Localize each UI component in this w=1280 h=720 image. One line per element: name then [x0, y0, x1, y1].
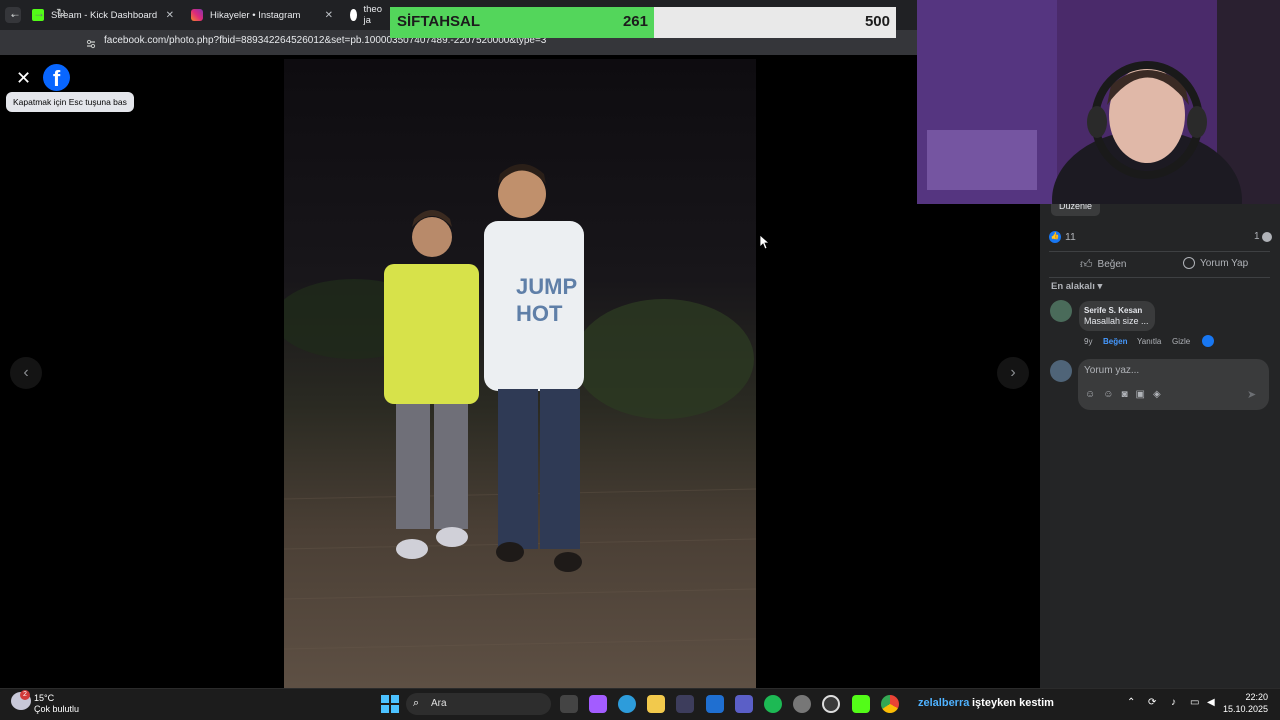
back-arrow-icon[interactable]: ← [9, 6, 21, 20]
google-icon [350, 9, 357, 21]
reaction-count[interactable]: 11 [1065, 231, 1076, 243]
spotify-icon[interactable] [764, 695, 782, 713]
thumbs-up-icon: 👍︎ [1080, 257, 1093, 271]
tab-instagram[interactable]: Hikayeler • Instagram ✕ [183, 4, 341, 26]
clock-time[interactable]: 22:20 [1228, 692, 1268, 702]
tab-title: Hikayeler • Instagram [210, 9, 301, 21]
comment-placeholder: Yorum yaz... [1084, 365, 1140, 376]
file-explorer-icon[interactable] [647, 695, 665, 713]
comment-reply-button[interactable]: Yanıtla [1137, 337, 1161, 346]
divider [1049, 277, 1270, 278]
edge-icon[interactable] [618, 695, 636, 713]
sort-dropdown[interactable]: En alakalı ▾ [1051, 281, 1102, 292]
svg-text:JUMP: JUMP [516, 274, 577, 299]
tab-kick-dashboard[interactable]: Stream - Kick Dashboard ✕ [24, 4, 182, 26]
now-playing-user: zelalberra [918, 697, 970, 709]
now-playing-text: işteyken kestim [972, 697, 1054, 709]
site-info-icon[interactable] [86, 36, 96, 49]
weather-badge: 2 [20, 690, 30, 700]
copilot-icon[interactable] [589, 695, 607, 713]
photo: JUMP HOT [284, 59, 756, 688]
like-reaction-icon [1202, 335, 1214, 347]
comment-text: Masallah size ... [1084, 316, 1149, 326]
svg-text:HOT: HOT [516, 301, 563, 326]
sort-label: En alakalı [1051, 281, 1095, 292]
esc-tooltip: Kapatmak için Esc tuşuna bas [6, 92, 134, 112]
like-label: Beğen [1097, 259, 1127, 270]
kick-app-icon[interactable] [852, 695, 870, 713]
goal-target: 500 [864, 13, 890, 30]
webcam-overlay [917, 0, 1280, 204]
weather-desc[interactable]: Çok bulutlu [34, 704, 79, 714]
tab-theo[interactable]: theo ja [342, 4, 390, 26]
reload-icon[interactable]: ↻ [56, 6, 66, 20]
close-icon[interactable]: ✕ [16, 68, 31, 89]
settings-gear-icon[interactable] [793, 695, 811, 713]
emoji-icon[interactable]: ☺ [1103, 389, 1113, 400]
gif-icon[interactable]: ▣ [1135, 389, 1144, 400]
comment-tools: ☺ ☺ ◙ ▣ ◈ [1085, 389, 1161, 400]
store-icon[interactable] [676, 695, 694, 713]
goal-current: 261 [622, 13, 648, 30]
teams-icon[interactable] [735, 695, 753, 713]
comment-count[interactable]: 1 [1254, 231, 1260, 242]
close-tab-icon[interactable]: ✕ [166, 10, 174, 21]
comment-like-button[interactable]: Beğen [1103, 337, 1127, 346]
caret-down-icon: ▾ [1097, 281, 1103, 292]
previous-photo-button[interactable]: ‹ [10, 357, 42, 389]
mouse-cursor-icon [759, 234, 771, 254]
outlook-icon[interactable] [706, 695, 724, 713]
forward-arrow-icon[interactable]: → [33, 6, 45, 20]
sync-icon[interactable]: ⟳ [1148, 697, 1156, 708]
divider [1049, 251, 1270, 252]
comment-bubble-icon [1262, 232, 1272, 242]
search-icon: ⌕ [413, 697, 420, 709]
volume-icon[interactable]: ◀ [1207, 697, 1215, 708]
weather-temp[interactable]: 15°C [34, 693, 54, 703]
clock-date[interactable]: 15.10.2025 [1220, 704, 1268, 714]
taskbar [0, 688, 1280, 720]
sticker-icon[interactable]: ◈ [1153, 389, 1161, 400]
search-box[interactable] [406, 693, 551, 715]
like-button[interactable]: 👍︎ Beğen [1080, 257, 1126, 272]
my-avatar[interactable] [1050, 360, 1072, 382]
comment-author[interactable]: Serife S. Kesan [1084, 306, 1142, 315]
facebook-logo-icon[interactable]: f [43, 64, 70, 91]
send-icon[interactable]: ➤ [1247, 388, 1256, 401]
goal-name: SİFTAHSAL [397, 13, 481, 30]
tab-title: theo ja [363, 4, 383, 26]
comment-icon [1183, 257, 1195, 269]
chrome-icon[interactable] [881, 695, 899, 713]
camera-icon[interactable]: ◙ [1121, 389, 1127, 400]
microphone-icon[interactable]: ♪ [1171, 697, 1176, 708]
comment-age[interactable]: 9y [1084, 337, 1092, 346]
comment-button[interactable]: Yorum Yap [1183, 257, 1248, 269]
comment-label: Yorum Yap [1200, 257, 1249, 269]
next-photo-button[interactable]: › [997, 357, 1029, 389]
avatar[interactable] [1050, 300, 1072, 322]
avatar-sticker-icon[interactable]: ☺ [1085, 389, 1095, 400]
obs-icon[interactable] [822, 695, 840, 713]
search-label: Ara [431, 698, 447, 709]
close-tab-icon[interactable]: ✕ [325, 10, 333, 21]
tab-title: Stream - Kick Dashboard [51, 9, 158, 21]
windows-start-icon[interactable] [381, 695, 399, 713]
chevron-up-icon[interactable]: ⌃ [1127, 697, 1135, 708]
instagram-icon [191, 9, 203, 21]
task-view-icon[interactable] [560, 695, 578, 713]
comment-hide-button[interactable]: Gizle [1172, 337, 1190, 346]
like-reaction-icon: 👍 [1049, 231, 1061, 243]
display-icon[interactable]: ▭ [1190, 697, 1199, 708]
